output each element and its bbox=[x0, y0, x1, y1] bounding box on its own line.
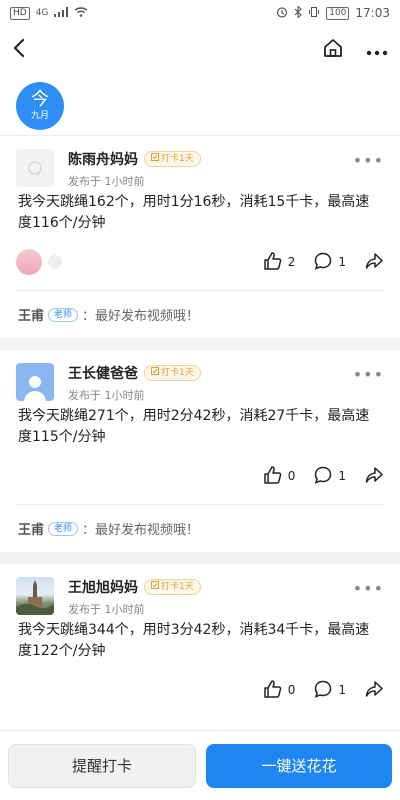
checkin-label: 打卡1天 bbox=[161, 368, 194, 378]
signal-indicator: 4G bbox=[35, 8, 49, 18]
share-button[interactable] bbox=[364, 679, 384, 702]
checkin-badge: 打卡1天 bbox=[144, 365, 201, 381]
more-dots-icon bbox=[366, 41, 388, 60]
share-button[interactable] bbox=[364, 251, 384, 274]
post-feed: 陈雨舟妈妈 打卡1天 发布于 1小时前 ••• 我今天跳绳162个，用时1分16… bbox=[0, 135, 400, 718]
vibrate-icon bbox=[308, 6, 320, 21]
comment-item: 王甫 老师 ：最好发布视频哦！ bbox=[0, 291, 400, 338]
comment-item: 王甫 老师 ：最好发布视频哦！ bbox=[0, 505, 400, 552]
post-more-button[interactable]: ••• bbox=[353, 365, 384, 384]
comment-text: ：最好发布视频哦！ bbox=[82, 309, 200, 324]
checkin-label: 打卡1天 bbox=[161, 154, 194, 164]
share-icon bbox=[364, 679, 384, 702]
like-button[interactable]: 0 bbox=[263, 465, 296, 488]
checkin-badge: 打卡1天 bbox=[144, 579, 201, 595]
avatar[interactable] bbox=[16, 149, 54, 187]
comment-button[interactable]: 1 bbox=[313, 251, 346, 274]
post-card: 王长健爸爸 打卡1天 发布于 1小时前 ••• 我今天跳绳271个，用时2分42… bbox=[0, 350, 400, 552]
post-card: 陈雨舟妈妈 打卡1天 发布于 1小时前 ••• 我今天跳绳162个，用时1分16… bbox=[0, 136, 400, 338]
more-button[interactable] bbox=[366, 41, 388, 60]
checkin-icon bbox=[151, 581, 159, 593]
nav-bar bbox=[0, 30, 400, 70]
post-content: 我今天跳绳271个，用时2分42秒，消耗27千卡，最高速度115个/分钟 bbox=[18, 408, 370, 445]
comment-icon bbox=[313, 465, 333, 488]
share-button[interactable] bbox=[364, 465, 384, 488]
status-bar: HD 4G 100 17:03 bbox=[0, 0, 400, 26]
checkin-label: 打卡1天 bbox=[161, 582, 194, 592]
bluetooth-icon bbox=[294, 4, 303, 21]
commenter-name[interactable]: 王甫 bbox=[18, 519, 44, 538]
post-content: 我今天跳绳344个，用时3分42秒，消耗34千卡，最高速度122个/分钟 bbox=[18, 622, 370, 659]
battery-indicator: 100 bbox=[326, 6, 350, 20]
post-time: 发布于 1小时前 bbox=[68, 175, 145, 188]
comment-count: 1 bbox=[338, 469, 346, 483]
like-count: 0 bbox=[287, 683, 296, 697]
clock: 17:03 bbox=[355, 6, 390, 20]
comment-icon bbox=[313, 679, 333, 702]
home-button[interactable] bbox=[322, 37, 344, 63]
post-content: 我今天跳绳162个，用时1分16秒，消耗15千卡，最高速度116个/分钟 bbox=[18, 194, 370, 231]
checkin-badge: 打卡1天 bbox=[144, 151, 201, 167]
date-month: 九月 bbox=[30, 111, 49, 121]
author-name[interactable]: 陈雨舟妈妈 bbox=[68, 149, 138, 169]
post-more-button[interactable]: ••• bbox=[353, 579, 384, 598]
checkin-icon bbox=[151, 367, 159, 379]
signal-bars-icon bbox=[54, 6, 69, 20]
comment-button[interactable]: 1 bbox=[313, 465, 346, 488]
back-button[interactable] bbox=[12, 38, 26, 62]
wifi-icon bbox=[74, 6, 88, 20]
remind-checkin-button[interactable]: 提醒打卡 bbox=[8, 743, 196, 788]
like-count: 2 bbox=[287, 255, 296, 269]
role-badge: 老师 bbox=[48, 307, 79, 322]
thumbs-up-icon bbox=[263, 679, 283, 702]
post-more-button[interactable]: ••• bbox=[353, 151, 384, 170]
date-day: 今 bbox=[31, 89, 49, 110]
home-icon bbox=[322, 37, 344, 63]
like-count: 0 bbox=[287, 469, 296, 483]
liker-avatar bbox=[48, 255, 62, 269]
comment-icon bbox=[313, 251, 333, 274]
hd-indicator: HD bbox=[10, 6, 30, 20]
likers-list[interactable] bbox=[16, 249, 62, 275]
liker-avatar bbox=[16, 249, 42, 275]
author-name[interactable]: 王旭旭妈妈 bbox=[68, 577, 138, 597]
author-name[interactable]: 王长健爸爸 bbox=[68, 363, 138, 383]
post-time: 发布于 1小时前 bbox=[68, 603, 145, 616]
like-button[interactable]: 2 bbox=[263, 251, 296, 274]
avatar[interactable] bbox=[16, 577, 54, 615]
thumbs-up-icon bbox=[263, 251, 283, 274]
comment-text: ：最好发布视频哦！ bbox=[82, 523, 200, 538]
send-flowers-button[interactable]: 一键送花花 bbox=[206, 743, 392, 788]
avatar[interactable] bbox=[16, 363, 54, 401]
share-icon bbox=[364, 251, 384, 274]
bottom-action-bar: 提醒打卡 一键送花花 bbox=[0, 730, 400, 800]
alarm-icon bbox=[276, 6, 288, 21]
thumbs-up-icon bbox=[263, 465, 283, 488]
commenter-name[interactable]: 王甫 bbox=[18, 305, 44, 324]
comment-count: 1 bbox=[338, 255, 346, 269]
comment-count: 1 bbox=[338, 683, 346, 697]
chevron-left-icon bbox=[12, 38, 26, 62]
comment-button[interactable]: 1 bbox=[313, 679, 346, 702]
share-icon bbox=[364, 465, 384, 488]
post-card: 王旭旭妈妈 打卡1天 发布于 1小时前 ••• 我今天跳绳344个，用时3分42… bbox=[0, 564, 400, 718]
post-time: 发布于 1小时前 bbox=[68, 389, 145, 402]
like-button[interactable]: 0 bbox=[263, 679, 296, 702]
role-badge: 老师 bbox=[48, 521, 79, 536]
checkin-icon bbox=[151, 153, 159, 165]
date-badge: 今 九月 bbox=[16, 82, 64, 130]
